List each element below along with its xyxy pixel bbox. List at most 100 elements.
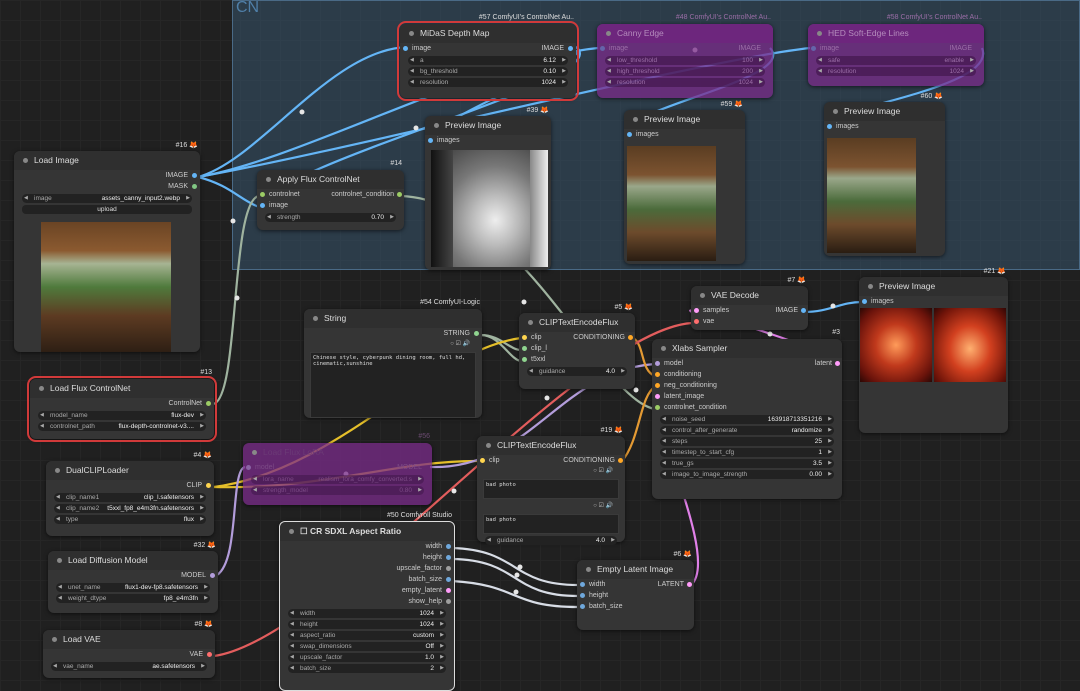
widget-vae-name[interactable]: vae_name ae.safetensors [51, 662, 207, 671]
widget-resolution[interactable]: resolution 1024 [408, 78, 568, 87]
input-dot[interactable] [694, 319, 699, 324]
output-dot[interactable] [446, 555, 451, 560]
input-height[interactable]: height [577, 590, 694, 601]
input-samples[interactable]: samples IMAGE [691, 305, 808, 316]
widget-a[interactable]: a 6.12 [408, 56, 568, 65]
node-load-flux-lora[interactable]: #56 Load Flux LoRA model MODEL lora_name r… [243, 433, 432, 505]
widget-width[interactable]: width 1024 [288, 609, 446, 618]
widget-timestep-to-start-cfg[interactable]: timestep_to_start_cfg 1 [660, 448, 834, 457]
output-height[interactable]: height [280, 552, 454, 563]
input-conditioning[interactable]: conditioning [652, 369, 842, 380]
input-batch-size[interactable]: batch_size [577, 601, 694, 612]
input-clip-l[interactable]: clip_l [519, 343, 635, 354]
output-mask[interactable]: MASK [14, 181, 200, 192]
widget-aspect-ratio[interactable]: aspect_ratio custom [288, 631, 446, 640]
node-preview-image-21[interactable]: #21 🦊 Preview Image images [859, 268, 1008, 433]
input-dot[interactable] [522, 335, 527, 340]
input-dot[interactable] [811, 46, 816, 51]
output-empty-latent[interactable]: empty_latent [280, 585, 454, 596]
output-dot[interactable] [192, 173, 197, 178]
node-cliptextencodeflux-5[interactable]: #5 🦊 CLIPTextEncodeFlux clip CONDITIONING… [519, 304, 635, 389]
output-dot[interactable] [207, 652, 212, 657]
widget-resolution[interactable]: resolution 1024 [816, 67, 976, 76]
node-load-vae[interactable]: #8 🦊 Load VAE VAE vae_name ae.safetensors [43, 621, 215, 678]
input-dot[interactable] [655, 405, 660, 410]
output-dot[interactable] [210, 573, 215, 578]
input-images[interactable]: images [859, 296, 1008, 307]
widget-strength[interactable]: strength 0.70 [265, 213, 396, 222]
widget-clip-name1[interactable]: clip_name1 clip_l.safetensors [54, 493, 206, 502]
input-dot[interactable] [655, 383, 660, 388]
input-dot[interactable] [627, 132, 632, 137]
input-dot[interactable] [694, 308, 699, 313]
node-load-flux-controlnet[interactable]: #13 Load Flux ControlNet ControlNet mode… [27, 369, 217, 442]
node-dualcliploader[interactable]: #4 🦊 DualCLIPLoader CLIP clip_name1clip_… [46, 452, 214, 536]
output-model[interactable]: MODEL [48, 570, 218, 581]
output-string[interactable]: STRING [304, 328, 482, 339]
input-t5xxl[interactable]: t5xxl [519, 354, 635, 365]
output-dot[interactable] [801, 308, 806, 313]
widget-true-gs[interactable]: true_gs 3.5 [660, 459, 834, 468]
widget-control-after-generate[interactable]: control_after_generate randomize [660, 426, 834, 435]
widget-swap-dimensions[interactable]: swap_dimensions Off [288, 642, 446, 651]
widget-model-name[interactable]: model_name flux-dev [38, 411, 206, 420]
node-cr-sdxl-aspect-ratio[interactable]: #50 Comfyroll Studio ☐ CR SDXL Aspect Ra… [279, 512, 455, 691]
node-apply-flux-controlnet[interactable]: #14 Apply Flux ControlNet controlnet cont… [257, 160, 404, 230]
input-dot[interactable] [580, 604, 585, 609]
clip-l-textarea[interactable]: bad photo [483, 479, 619, 499]
input-clip[interactable]: clip CONDITIONING [519, 332, 635, 343]
input-image[interactable]: image IMAGE [808, 43, 984, 54]
output-dot[interactable] [192, 184, 197, 189]
node-vae-decode[interactable]: #7 🦊 VAE Decode samples IMAGE vae [691, 277, 808, 330]
output-clip[interactable]: CLIP [46, 480, 214, 491]
node-preview-image-39[interactable]: #39 🦊 Preview Image images [425, 107, 551, 270]
output-dot[interactable] [568, 46, 573, 51]
input-dot[interactable] [260, 192, 265, 197]
output-controlnet[interactable]: ControlNet [30, 398, 214, 409]
input-dot[interactable] [580, 593, 585, 598]
output-image[interactable]: IMAGE [14, 170, 200, 181]
input-dot[interactable] [600, 46, 605, 51]
widget-safe[interactable]: safe enable [816, 56, 976, 65]
output-dot[interactable] [206, 483, 211, 488]
collapse-checkbox-icon[interactable]: ☐ [300, 526, 308, 536]
widget-guidance[interactable]: guidance 4.0 [485, 536, 617, 545]
output-dot[interactable] [446, 599, 451, 604]
output-dot[interactable] [397, 192, 402, 197]
input-dot[interactable] [827, 124, 832, 129]
node-preview-image-60[interactable]: #60 🦊 Preview Image images [824, 93, 945, 256]
output-upscale-factor[interactable]: upscale_factor [280, 563, 454, 574]
input-dot[interactable] [655, 372, 660, 377]
node-canny-edge[interactable]: #48 ComfyUI's ControlNet Au.. Canny Edge… [597, 14, 773, 98]
node-load-diffusion-model[interactable]: #32 🦊 Load Diffusion Model MODEL unet_na… [48, 542, 218, 613]
widget-resolution[interactable]: resolution 1024 [605, 78, 765, 87]
node-hed-soft-edge[interactable]: #58 ComfyUI's ControlNet Au.. HED Soft-E… [808, 14, 984, 86]
input-model[interactable]: model latent [652, 358, 842, 369]
node-string[interactable]: #54 ComfyUI-Logic String STRING ○ ☑ 🔊 Ch… [304, 299, 482, 418]
widget-clip-name2[interactable]: clip_name2 t5xxl_fp8_e4m3fn.safetensors [54, 504, 206, 513]
widget-type[interactable]: type flux [54, 515, 206, 524]
output-dot[interactable] [628, 335, 633, 340]
output-dot[interactable] [446, 577, 451, 582]
node-load-image[interactable]: #16 🦊 Load Image IMAGE MASK image assets_… [14, 142, 200, 352]
input-image[interactable]: image IMAGE [597, 43, 773, 54]
widget-steps[interactable]: steps 25 [660, 437, 834, 446]
output-dot[interactable] [446, 566, 451, 571]
widget-weight-dtype[interactable]: weight_dtype fp8_e4m3fn [56, 594, 210, 603]
input-neg-conditioning[interactable]: neg_conditioning [652, 380, 842, 391]
node-xlabs-sampler[interactable]: #3 Xlabs Sampler model latent conditionin… [652, 329, 842, 499]
output-dot[interactable] [206, 401, 211, 406]
input-dot[interactable] [655, 361, 660, 366]
widget-height[interactable]: height 1024 [288, 620, 446, 629]
input-images[interactable]: images [824, 121, 945, 132]
input-image[interactable]: image [257, 200, 404, 211]
widget-lora-name[interactable]: lora_name realism_lora_comfy_converted.s [251, 475, 424, 484]
widget-batch-size[interactable]: batch_size 2 [288, 664, 446, 673]
widget-unet-name[interactable]: unet_name flux1-dev-fp8.safetensors [56, 583, 210, 592]
widget-high-threshold[interactable]: high_threshold 200 [605, 67, 765, 76]
input-images[interactable]: images [425, 135, 551, 146]
widget-image-select[interactable]: image assets_canny_input2.webp [22, 194, 192, 203]
input-dot[interactable] [522, 357, 527, 362]
upload-button[interactable]: upload [22, 205, 192, 214]
widget-controlnet-path[interactable]: controlnet_path flux-depth-controlnet-v3.… [38, 422, 206, 431]
